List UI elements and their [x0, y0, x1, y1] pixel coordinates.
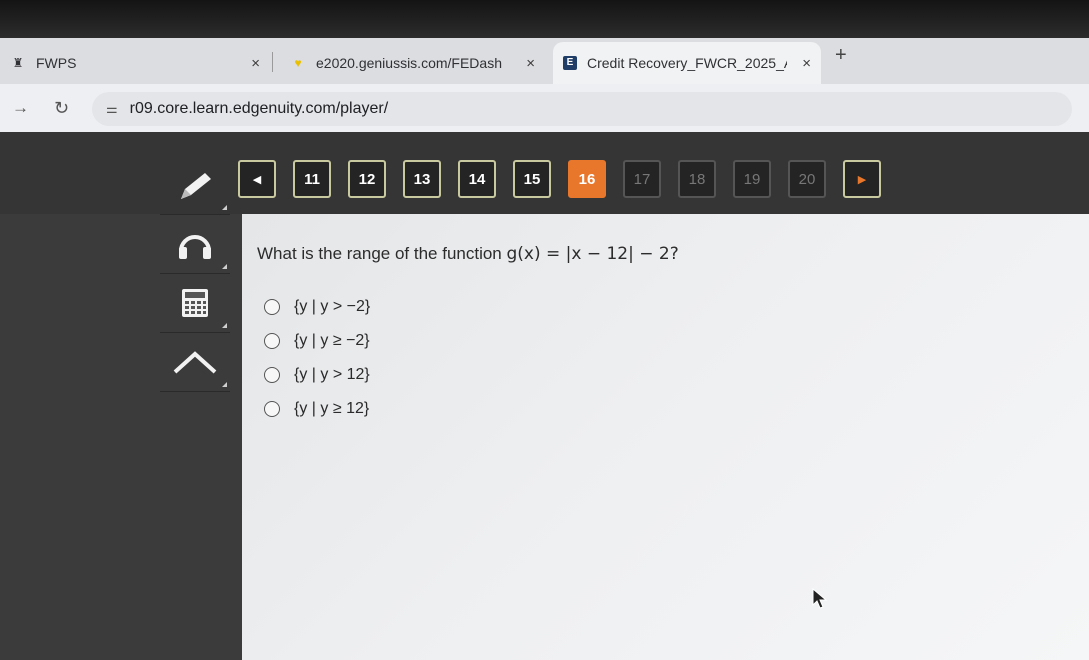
- page-button-20: 20: [788, 160, 826, 198]
- url-text: r09.core.learn.edgenuity.com/player/: [129, 100, 389, 117]
- tab-credit-recovery[interactable]: E Credit Recovery_FWCR_2025_A ×: [553, 42, 821, 84]
- collapse-tool[interactable]: [160, 333, 230, 392]
- tab-separator: [272, 52, 273, 72]
- question-nav: ◀ 11 12 13 14 15 16 17 18 19 20 ▶: [238, 160, 881, 198]
- calculator-tool[interactable]: [160, 274, 230, 333]
- tab-title: FWPS: [36, 55, 77, 71]
- option-label: {y | y > 12}: [294, 366, 370, 383]
- next-button[interactable]: ▶: [843, 160, 881, 198]
- answer-option-b[interactable]: {y | y ≥ −2}: [264, 324, 370, 358]
- tab-title: e2020.geniussis.com/FEDash: [316, 55, 502, 71]
- tab-strip: ♜ FWPS × ♥ e2020.geniussis.com/FEDash × …: [0, 38, 1089, 84]
- tab-title: Credit Recovery_FWCR_2025_A: [587, 55, 787, 71]
- close-icon[interactable]: ×: [251, 55, 260, 72]
- new-tab-button[interactable]: +: [835, 44, 847, 67]
- answer-option-d[interactable]: {y | y ≥ 12}: [264, 392, 370, 426]
- option-label: {y | y > −2}: [294, 298, 371, 315]
- page-button-16[interactable]: 16: [568, 160, 606, 198]
- question-prompt: What is the range of the function: [257, 244, 507, 263]
- page-button-19: 19: [733, 160, 771, 198]
- option-label: {y | y ≥ −2}: [294, 332, 370, 349]
- page-button-11[interactable]: 11: [293, 160, 331, 198]
- answer-option-c[interactable]: {y | y > 12}: [264, 358, 370, 392]
- answer-option-a[interactable]: {y | y > −2}: [264, 290, 370, 324]
- question-text: What is the range of the function g(x) =…: [257, 244, 679, 264]
- tab-fwps[interactable]: ♜ FWPS ×: [0, 42, 270, 84]
- radio-button[interactable]: [264, 367, 280, 383]
- radio-button[interactable]: [264, 299, 280, 315]
- tool-column: [160, 156, 230, 392]
- page-button-17: 17: [623, 160, 661, 198]
- collapse-arrow-icon: [173, 351, 217, 374]
- pencil-icon: [181, 173, 211, 199]
- page-button-14[interactable]: 14: [458, 160, 496, 198]
- mouse-cursor-icon: [812, 588, 828, 609]
- forward-arrow-icon[interactable]: →: [12, 98, 29, 118]
- audio-tool[interactable]: [160, 215, 230, 274]
- genius-bulb-icon: ♥: [294, 56, 302, 70]
- reload-icon[interactable]: ↻: [54, 98, 69, 119]
- headphones-icon: [179, 235, 211, 259]
- question-panel: What is the range of the function g(x) =…: [242, 214, 1089, 660]
- page-button-12[interactable]: 12: [348, 160, 386, 198]
- browser-toolbar: → ↻ ⚌ r09.core.learn.edgenuity.com/playe…: [0, 84, 1089, 132]
- radio-button[interactable]: [264, 333, 280, 349]
- calculator-icon: [182, 289, 208, 317]
- address-bar[interactable]: ⚌ r09.core.learn.edgenuity.com/player/: [92, 92, 1072, 126]
- page-button-13[interactable]: 13: [403, 160, 441, 198]
- fwps-logo-icon: ♜: [12, 56, 24, 70]
- edgenuity-icon: E: [563, 56, 577, 70]
- close-icon[interactable]: ×: [526, 55, 535, 72]
- answer-options: {y | y > −2} {y | y ≥ −2} {y | y > 12} {…: [264, 290, 370, 426]
- option-label: {y | y ≥ 12}: [294, 400, 370, 417]
- close-icon[interactable]: ×: [802, 55, 811, 72]
- site-settings-icon[interactable]: ⚌: [106, 101, 118, 117]
- screen-bezel: [0, 0, 1089, 38]
- page-button-15[interactable]: 15: [513, 160, 551, 198]
- page-button-18: 18: [678, 160, 716, 198]
- pencil-tool[interactable]: [160, 156, 230, 215]
- radio-button[interactable]: [264, 401, 280, 417]
- prev-button[interactable]: ◀: [238, 160, 276, 198]
- question-expression: g(x) = |x − 12| − 2?: [506, 244, 679, 264]
- tab-geniussis[interactable]: ♥ e2020.geniussis.com/FEDash ×: [280, 42, 545, 84]
